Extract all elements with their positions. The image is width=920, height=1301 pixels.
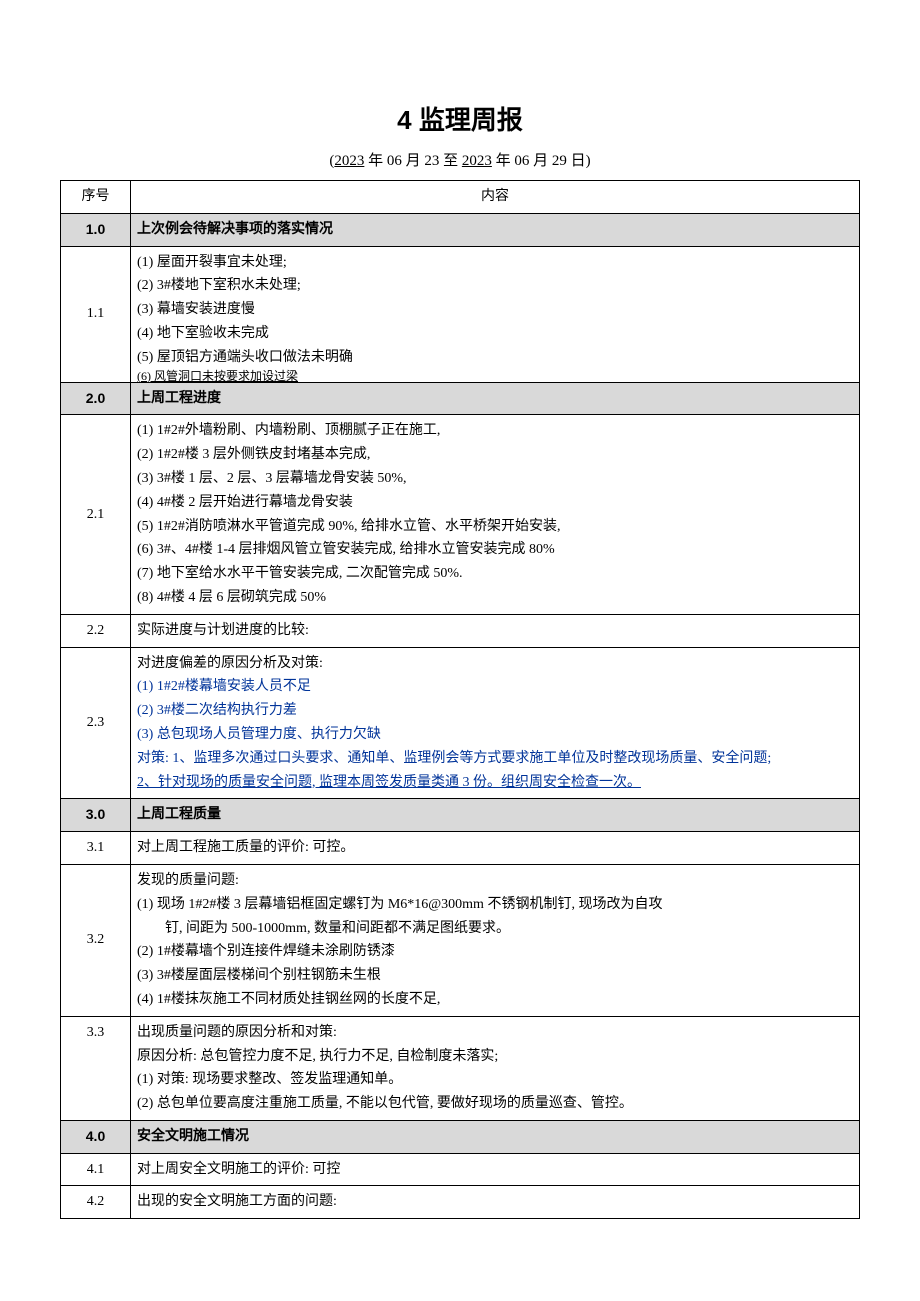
list-item: 发现的质量问题: — [137, 869, 853, 893]
list-item: (3) 总包现场人员管理力度、执行力欠缺 — [137, 723, 853, 747]
list-item: (4) 1#楼抹灰施工不同材质处挂钢丝网的长度不足, — [137, 988, 853, 1012]
table-header-row: 序号 内容 — [61, 181, 860, 214]
section-header: 2.0 上周工程进度 — [61, 382, 860, 415]
list-item: (8) 4#楼 4 层 6 层砌筑完成 50% — [137, 586, 853, 610]
list-item-cutoff: (6) 风管洞口未按要求加设过梁 — [137, 370, 853, 382]
list-item: 2、针对现场的质量安全问题, 监理本周签发质量类通 3 份。组织周安全检查一次。 — [137, 771, 853, 795]
list-item: (3) 幕墙安装进度慢 — [137, 298, 853, 322]
date-range: (2023 年 06 月 23 至 2023 年 06 月 29 日) — [60, 149, 860, 170]
list-item: (3) 3#楼屋面层楼梯间个别柱钢筋未生根 — [137, 964, 853, 988]
table-row: 3.2 发现的质量问题: (1) 现场 1#2#楼 3 层幕墙铝框固定螺钉为 M… — [61, 864, 860, 1016]
list-item: (5) 屋顶铝方通端头收口做法未明确 — [137, 346, 853, 370]
header-col-index: 序号 — [61, 181, 131, 214]
table-row: 2.2 实际进度与计划进度的比较: — [61, 614, 860, 647]
page-title: 4 监理周报 — [60, 100, 860, 137]
list-item: (5) 1#2#消防喷淋水平管道完成 90%, 给排水立管、水平桥架开始安装, — [137, 515, 853, 539]
list-item: 对策: 1、监理多次通过口头要求、通知单、监理例会等方式要求施工单位及时整改现场… — [137, 747, 853, 771]
list-item: (2) 3#楼二次结构执行力差 — [137, 699, 853, 723]
list-item: (2) 3#楼地下室积水未处理; — [137, 274, 853, 298]
table-row: 3.1 对上周工程施工质量的评价: 可控。 — [61, 832, 860, 865]
list-item: (4) 4#楼 2 层开始进行幕墙龙骨安装 — [137, 491, 853, 515]
list-item: 钉, 间距为 500-1000mm, 数量和间距都不满足图纸要求。 — [137, 917, 853, 941]
list-item: (2) 总包单位要高度注重施工质量, 不能以包代管, 要做好现场的质量巡查、管控… — [137, 1092, 853, 1116]
report-table: 序号 内容 1.0 上次例会待解决事项的落实情况 1.1 (1) 屋面开裂事宜未… — [60, 180, 860, 1219]
list-item: (6) 3#、4#楼 1-4 层排烟风管立管安装完成, 给排水立管安装完成 80… — [137, 538, 853, 562]
list-item: 对进度偏差的原因分析及对策: — [137, 652, 853, 676]
list-item: (7) 地下室给水水平干管安装完成, 二次配管完成 50%. — [137, 562, 853, 586]
list-item: (2) 1#2#楼 3 层外侧铁皮封堵基本完成, — [137, 443, 853, 467]
list-item: (3) 3#楼 1 层、2 层、3 层幕墙龙骨安装 50%, — [137, 467, 853, 491]
section-header: 4.0 安全文明施工情况 — [61, 1120, 860, 1153]
list-item: 出现质量问题的原因分析和对策: — [137, 1021, 853, 1045]
table-row: 2.3 对进度偏差的原因分析及对策: (1) 1#2#楼幕墙安装人员不足 (2)… — [61, 647, 860, 799]
table-row: 3.3 出现质量问题的原因分析和对策: 原因分析: 总包管控力度不足, 执行力不… — [61, 1016, 860, 1120]
list-item: (2) 1#楼幕墙个别连接件焊缝未涂刷防锈漆 — [137, 940, 853, 964]
list-item: (1) 屋面开裂事宜未处理; — [137, 251, 853, 275]
table-row: 4.1 对上周安全文明施工的评价: 可控 — [61, 1153, 860, 1186]
section-header: 1.0 上次例会待解决事项的落实情况 — [61, 213, 860, 246]
list-item: (1) 对策: 现场要求整改、签发监理通知单。 — [137, 1068, 853, 1092]
list-item: (4) 地下室验收未完成 — [137, 322, 853, 346]
table-row: 4.2 出现的安全文明施工方面的问题: — [61, 1186, 860, 1219]
section-header: 3.0 上周工程质量 — [61, 799, 860, 832]
list-item: (1) 现场 1#2#楼 3 层幕墙铝框固定螺钉为 M6*16@300mm 不锈… — [137, 893, 853, 917]
list-item: (1) 1#2#楼幕墙安装人员不足 — [137, 675, 853, 699]
list-item: (1) 1#2#外墙粉刷、内墙粉刷、顶棚腻子正在施工, — [137, 419, 853, 443]
header-col-content: 内容 — [131, 181, 860, 214]
table-row: 1.1 (1) 屋面开裂事宜未处理; (2) 3#楼地下室积水未处理; (3) … — [61, 246, 860, 382]
table-row: 2.1 (1) 1#2#外墙粉刷、内墙粉刷、顶棚腻子正在施工, (2) 1#2#… — [61, 415, 860, 614]
list-item: 原因分析: 总包管控力度不足, 执行力不足, 自检制度未落实; — [137, 1045, 853, 1069]
